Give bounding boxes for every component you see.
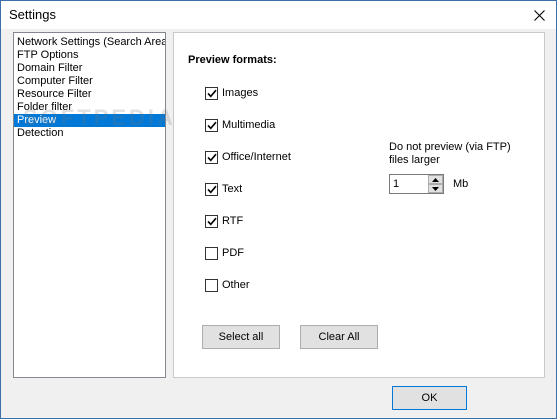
title-bar[interactable]: Settings	[1, 1, 556, 29]
sidebar-item-ftp-options[interactable]: FTP Options	[14, 49, 165, 62]
ok-button[interactable]: OK	[392, 386, 467, 410]
checkbox-images[interactable]: Images	[205, 85, 258, 101]
settings-window: Settings Network Settings (Search Area F…	[0, 0, 557, 419]
select-all-button[interactable]: Select all	[202, 325, 280, 349]
section-title: Preview formats:	[188, 54, 277, 66]
sidebar-item-preview[interactable]: Preview	[14, 114, 165, 127]
checkbox-box[interactable]	[205, 278, 218, 292]
checkmark-icon	[206, 89, 217, 97]
sidebar-item-domain-filter[interactable]: Domain Filter	[14, 62, 165, 75]
window-title: Settings	[9, 7, 56, 22]
ftp-size-unit-label: Mb	[453, 178, 469, 190]
sidebar-item-network-settings[interactable]: Network Settings (Search Area	[14, 36, 165, 49]
checkmark-icon	[206, 185, 217, 193]
checkbox-box[interactable]	[205, 214, 218, 228]
checkbox-box[interactable]	[205, 86, 218, 100]
checkmark-icon	[206, 121, 217, 129]
checkbox-box[interactable]	[205, 118, 218, 132]
checkbox-label: Text	[222, 183, 243, 195]
settings-category-list[interactable]: Network Settings (Search Area FTP Option…	[13, 32, 166, 378]
sidebar-item-computer-filter[interactable]: Computer Filter	[14, 75, 165, 88]
checkbox-box[interactable]	[205, 246, 218, 260]
sidebar-item-detection[interactable]: Detection	[14, 127, 165, 140]
checkbox-pdf[interactable]: PDF	[205, 245, 244, 261]
sidebar-item-resource-filter[interactable]: Resource Filter	[14, 88, 165, 101]
spin-up-button[interactable]	[428, 175, 443, 184]
checkmark-icon	[206, 217, 217, 225]
ftp-size-limit-input[interactable]	[390, 175, 428, 193]
spin-down-button[interactable]	[428, 184, 443, 193]
checkbox-label: Images	[222, 87, 259, 99]
checkbox-multimedia[interactable]: Multimedia	[205, 117, 275, 133]
close-button[interactable]	[522, 1, 556, 29]
clear-all-button[interactable]: Clear All	[300, 325, 378, 349]
ftp-size-limit-label: Do not preview (via FTP) files larger	[389, 141, 511, 166]
checkbox-label: PDF	[222, 247, 244, 259]
checkbox-label: Other	[222, 279, 250, 291]
checkbox-label: Multimedia	[222, 119, 276, 131]
sidebar-item-folder-filter[interactable]: Folder filter	[14, 101, 165, 114]
checkbox-box[interactable]	[205, 150, 218, 164]
checkbox-rtf[interactable]: RTF	[205, 213, 243, 229]
triangle-up-icon	[432, 177, 439, 182]
checkbox-text[interactable]: Text	[205, 181, 242, 197]
checkbox-label: Office/Internet	[222, 151, 291, 163]
checkbox-other[interactable]: Other	[205, 277, 250, 293]
checkbox-label: RTF	[222, 215, 244, 227]
ftp-size-limit-stepper[interactable]	[389, 174, 444, 194]
preview-settings-panel: Preview formats: Images Multimedia Offic…	[173, 32, 545, 378]
triangle-down-icon	[432, 186, 439, 191]
checkmark-icon	[206, 153, 217, 161]
checkbox-box[interactable]	[205, 182, 218, 196]
close-icon	[533, 9, 545, 21]
checkbox-office-internet[interactable]: Office/Internet	[205, 149, 291, 165]
